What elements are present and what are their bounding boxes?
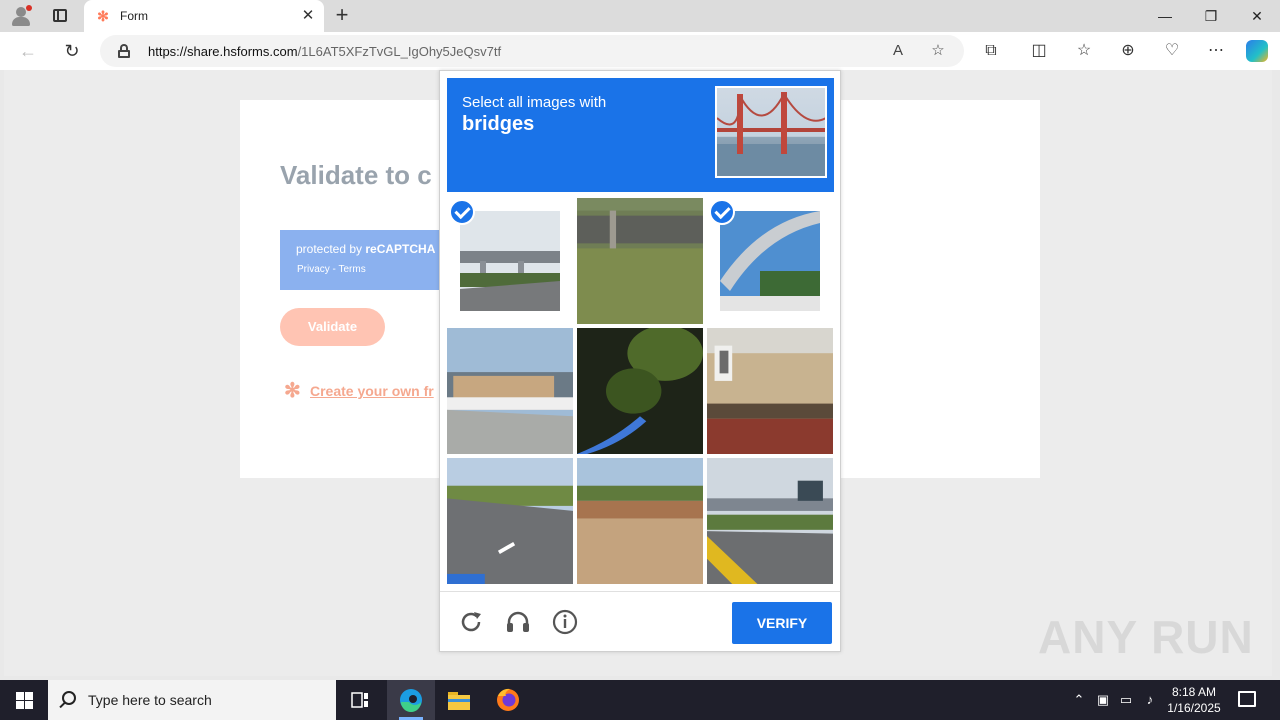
favorite-star-icon[interactable]: ☆ bbox=[928, 41, 948, 61]
meet-now-icon[interactable]: ▣ bbox=[1094, 691, 1112, 709]
windows-taskbar: Type here to search ⌃ ▣ ▭ ♪ 8:18 AM 1/16… bbox=[0, 680, 1280, 720]
restore-button[interactable]: ❐ bbox=[1188, 0, 1234, 32]
captcha-tile-1[interactable] bbox=[447, 198, 573, 324]
taskbar-search-input[interactable]: Type here to search bbox=[48, 680, 336, 720]
close-window-button[interactable]: ✕ bbox=[1234, 0, 1280, 32]
hubspot-logo-icon: ✻ bbox=[284, 380, 301, 402]
refresh-button[interactable]: ↻ bbox=[58, 38, 86, 64]
volume-icon[interactable]: ♪ bbox=[1141, 691, 1159, 709]
tab-title: Form bbox=[120, 9, 148, 23]
captcha-tile-7[interactable] bbox=[447, 458, 573, 584]
taskbar-clock[interactable]: 8:18 AM 1/16/2025 bbox=[1160, 684, 1228, 716]
search-icon bbox=[62, 691, 76, 705]
browser-essentials-icon[interactable]: ♡ bbox=[1161, 40, 1183, 62]
favorites-icon[interactable]: ☆ bbox=[1073, 40, 1095, 62]
check-icon bbox=[709, 199, 735, 225]
captcha-tile-8[interactable] bbox=[577, 458, 703, 584]
new-tab-button[interactable]: + bbox=[330, 4, 354, 28]
check-icon bbox=[449, 199, 475, 225]
split-screen-icon[interactable]: ◫ bbox=[1028, 40, 1050, 62]
audio-challenge-icon[interactable] bbox=[504, 608, 532, 636]
tab-form[interactable]: ✻ Form ✕ bbox=[84, 0, 324, 32]
url-text: https://share.hsforms.com/1L6AT5XFzTvGL_… bbox=[148, 44, 502, 59]
edge-browser-icon[interactable] bbox=[387, 680, 435, 720]
browser-toolbar: ← ↻ https://share.hsforms.com/1L6AT5XFzT… bbox=[0, 32, 1280, 70]
more-options-icon[interactable]: ⋯ bbox=[1205, 40, 1227, 62]
tab-actions-icon[interactable] bbox=[48, 6, 72, 26]
validate-button[interactable]: Validate bbox=[280, 308, 385, 346]
captcha-tile-9[interactable] bbox=[707, 458, 833, 584]
firefox-icon[interactable] bbox=[484, 680, 532, 720]
task-view-icon[interactable] bbox=[336, 680, 384, 720]
challenge-instruction: Select all images with bbox=[462, 94, 607, 111]
close-tab-icon[interactable]: ✕ bbox=[298, 6, 318, 26]
captcha-tile-2[interactable] bbox=[577, 198, 703, 324]
address-bar[interactable]: https://share.hsforms.com/1L6AT5XFzTvGL_… bbox=[100, 35, 964, 67]
form-title: Validate to c bbox=[280, 160, 432, 190]
copilot-icon[interactable] bbox=[1246, 40, 1268, 62]
extensions-icon[interactable]: ⧉ bbox=[980, 40, 1002, 62]
read-aloud-icon[interactable]: A bbox=[888, 41, 908, 61]
captcha-tile-6[interactable] bbox=[707, 328, 833, 454]
captcha-tile-3[interactable] bbox=[707, 198, 833, 324]
hubspot-favicon-icon: ✻ bbox=[97, 8, 109, 24]
browser-tab-bar: ✻ Form ✕ + — ❐ ✕ bbox=[0, 0, 1280, 32]
notification-center-icon[interactable] bbox=[1238, 691, 1256, 707]
show-hidden-icons-icon[interactable]: ⌃ bbox=[1070, 691, 1088, 709]
lock-icon[interactable] bbox=[118, 44, 130, 58]
verify-button[interactable]: VERIFY bbox=[732, 602, 832, 644]
profile-icon[interactable] bbox=[10, 5, 32, 27]
network-icon[interactable]: ▭ bbox=[1117, 691, 1135, 709]
file-explorer-icon[interactable] bbox=[435, 680, 483, 720]
captcha-tile-4[interactable] bbox=[447, 328, 573, 454]
minimize-button[interactable]: — bbox=[1142, 0, 1188, 32]
sample-image-bridge bbox=[715, 86, 827, 178]
recaptcha-privacy-terms[interactable]: Privacy - Terms bbox=[297, 264, 366, 275]
collections-icon[interactable]: ⊕ bbox=[1117, 40, 1139, 62]
anyrun-watermark: ANY RUN bbox=[1038, 611, 1254, 663]
captcha-tile-5[interactable] bbox=[577, 328, 703, 454]
challenge-footer: VERIFY bbox=[440, 591, 840, 652]
recaptcha-challenge: Select all images with bridges VERIFY bbox=[439, 70, 841, 652]
reload-challenge-icon[interactable] bbox=[457, 608, 485, 636]
windows-start-icon[interactable] bbox=[0, 680, 48, 720]
challenge-header: Select all images with bridges bbox=[447, 78, 834, 192]
back-button[interactable]: ← bbox=[14, 38, 42, 64]
info-icon[interactable] bbox=[551, 608, 579, 636]
create-form-link[interactable]: Create your own fr bbox=[310, 383, 434, 399]
challenge-target: bridges bbox=[462, 113, 535, 135]
